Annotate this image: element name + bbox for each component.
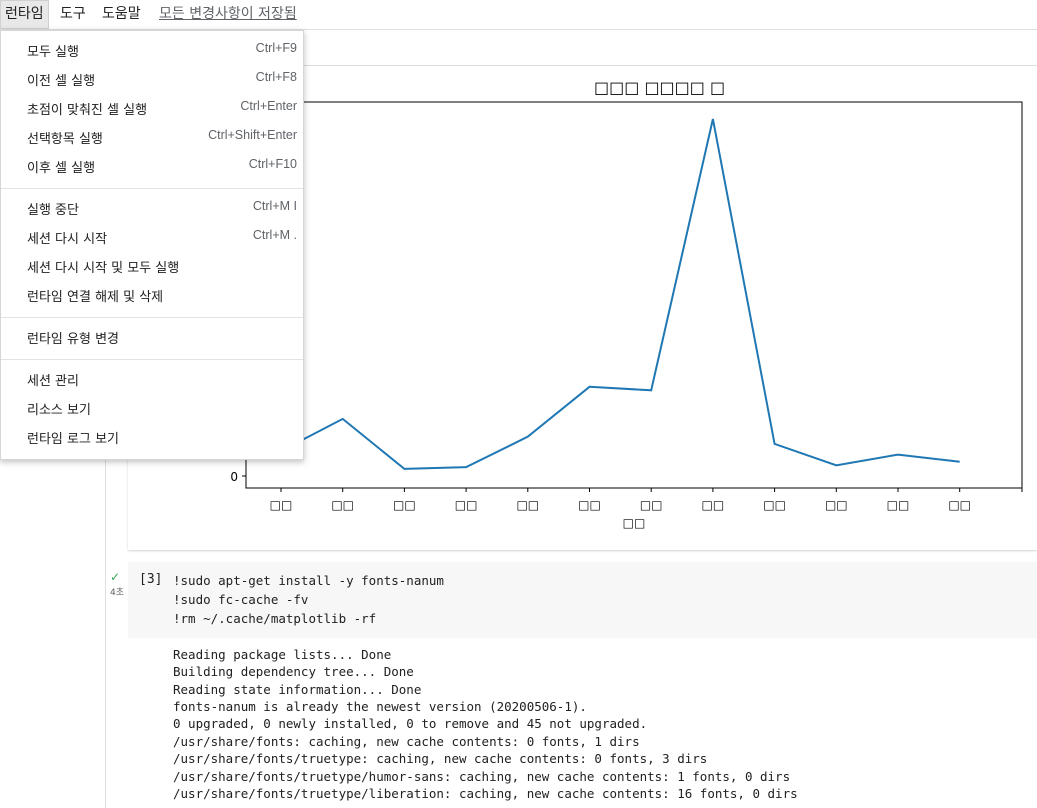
menu-item-view-resources[interactable]: 리소스 보기 (1, 394, 303, 423)
saved-status-link[interactable]: 모든 변경사항이 저장됨 (159, 0, 297, 29)
x-axis-label: □□ (623, 516, 646, 530)
plot-area-frame (245, 101, 1023, 489)
menu-item-shortcut: Ctrl+F8 (255, 70, 297, 84)
x-tick-label: □□ (887, 498, 910, 512)
output-line: Building dependency tree... Done (173, 664, 414, 679)
x-tick-label: □□ (455, 498, 478, 512)
x-tick-label: □□ (702, 498, 725, 512)
menu-separator (1, 359, 303, 360)
menu-item-restart-and-run-all[interactable]: 세션 다시 시작 및 모두 실행 (1, 252, 303, 281)
output-line: /usr/share/fonts/truetype: caching, new … (173, 751, 708, 766)
menu-item-label: 리소스 보기 (27, 403, 91, 418)
menu-item-restart-session[interactable]: 세션 다시 시작 Ctrl+M . (1, 223, 303, 252)
menu-item-view-runtime-logs[interactable]: 런타임 로그 보기 (1, 423, 303, 452)
menu-bar: 런타임 도구 도움말 모든 변경사항이 저장됨 (0, 0, 1037, 30)
x-ticks: □□ □□ □□ □□ □□ □□ □□ □□ □□ □□ □□ □□ (270, 488, 1023, 512)
menu-item-label: 모두 실행 (27, 45, 79, 60)
menu-item-manage-sessions[interactable]: 세션 관리 (1, 365, 303, 394)
menu-separator (1, 317, 303, 318)
y-ticks: 0 (230, 470, 246, 484)
menu-item-label: 런타임 유형 변경 (27, 332, 119, 347)
x-tick-label: □□ (763, 498, 786, 512)
menu-item-change-runtime-type[interactable]: 런타임 유형 변경 (1, 323, 303, 352)
menu-help[interactable]: 도움말 (98, 0, 145, 29)
menu-item-shortcut: Ctrl+F9 (255, 41, 297, 55)
series-line (280, 118, 960, 470)
menu-item-label: 세션 다시 시작 및 모두 실행 (27, 261, 180, 276)
menu-item-run-before[interactable]: 이전 셀 실행 Ctrl+F8 (1, 65, 303, 94)
code-line[interactable]: !rm ~/.cache/matplotlib -rf (173, 611, 376, 626)
menu-item-shortcut: Ctrl+Shift+Enter (208, 128, 297, 142)
x-tick-label: □□ (825, 498, 848, 512)
menu-item-interrupt[interactable]: 실행 중단 Ctrl+M I (1, 194, 303, 223)
menu-item-run-focused[interactable]: 초점이 맞춰진 셀 실행 Ctrl+Enter (1, 94, 303, 123)
menu-item-label: 런타임 연결 해제 및 삭제 (27, 290, 164, 305)
menu-item-shortcut: Ctrl+M I (252, 199, 297, 213)
x-tick-label: □□ (640, 498, 663, 512)
menu-separator (1, 188, 303, 189)
menu-item-shortcut: Ctrl+M . (252, 228, 297, 242)
output-line: /usr/share/fonts: caching, new cache con… (173, 734, 640, 749)
menu-item-run-all[interactable]: 모두 실행 Ctrl+F9 (1, 36, 303, 65)
x-tick-label: □□ (516, 498, 539, 512)
code-line[interactable]: !sudo apt-get install -y fonts-nanum (173, 573, 444, 588)
x-tick-label: □□ (270, 498, 293, 512)
output-line: Reading state information... Done (173, 682, 422, 697)
menu-item-label: 선택항목 실행 (27, 132, 103, 147)
x-tick-label: □□ (331, 498, 354, 512)
output-line: fonts-nanum is already the newest versio… (173, 699, 587, 714)
menu-item-label: 런타임 로그 보기 (27, 432, 119, 447)
menu-item-run-after[interactable]: 이후 셀 실행 Ctrl+F10 (1, 152, 303, 181)
menu-runtime[interactable]: 런타임 (0, 0, 49, 29)
series-points (280, 118, 960, 469)
code-line[interactable]: !sudo fc-cache -fv (173, 592, 308, 607)
output-line: /usr/share/fonts/truetype/humor-sans: ca… (173, 769, 791, 784)
menu-item-run-selection[interactable]: 선택항목 실행 Ctrl+Shift+Enter (1, 123, 303, 152)
menu-item-label: 초점이 맞춰진 셀 실행 (27, 103, 148, 118)
menu-item-label: 세션 다시 시작 (27, 232, 108, 247)
check-icon: ✓ (110, 570, 121, 584)
x-tick-label: □□ (578, 498, 601, 512)
execution-count[interactable]: [3] (139, 572, 162, 587)
menu-item-label: 실행 중단 (27, 203, 79, 218)
menu-item-disconnect-delete[interactable]: 런타임 연결 해제 및 삭제 (1, 281, 303, 310)
menu-tools[interactable]: 도구 (56, 0, 90, 29)
run-time: 4초 (110, 588, 125, 598)
menu-item-label: 이전 셀 실행 (27, 74, 96, 89)
menu-item-label: 이후 셀 실행 (27, 161, 96, 176)
x-tick-label: □□ (948, 498, 971, 512)
x-tick-label: □□ (393, 498, 416, 512)
menu-item-shortcut: Ctrl+F10 (248, 157, 297, 171)
runtime-dropdown-menu: 모두 실행 Ctrl+F9 이전 셀 실행 Ctrl+F8 초점이 맞춰진 셀 … (0, 30, 304, 460)
output-line: 0 upgraded, 0 newly installed, 0 to remo… (173, 716, 648, 731)
menu-item-label: 세션 관리 (27, 374, 79, 389)
y-tick-label: 0 (230, 470, 238, 484)
output-line: /usr/share/fonts/truetype/liberation: ca… (173, 786, 798, 801)
menu-item-shortcut: Ctrl+Enter (240, 99, 297, 113)
output-line: Reading package lists... Done (173, 647, 392, 662)
